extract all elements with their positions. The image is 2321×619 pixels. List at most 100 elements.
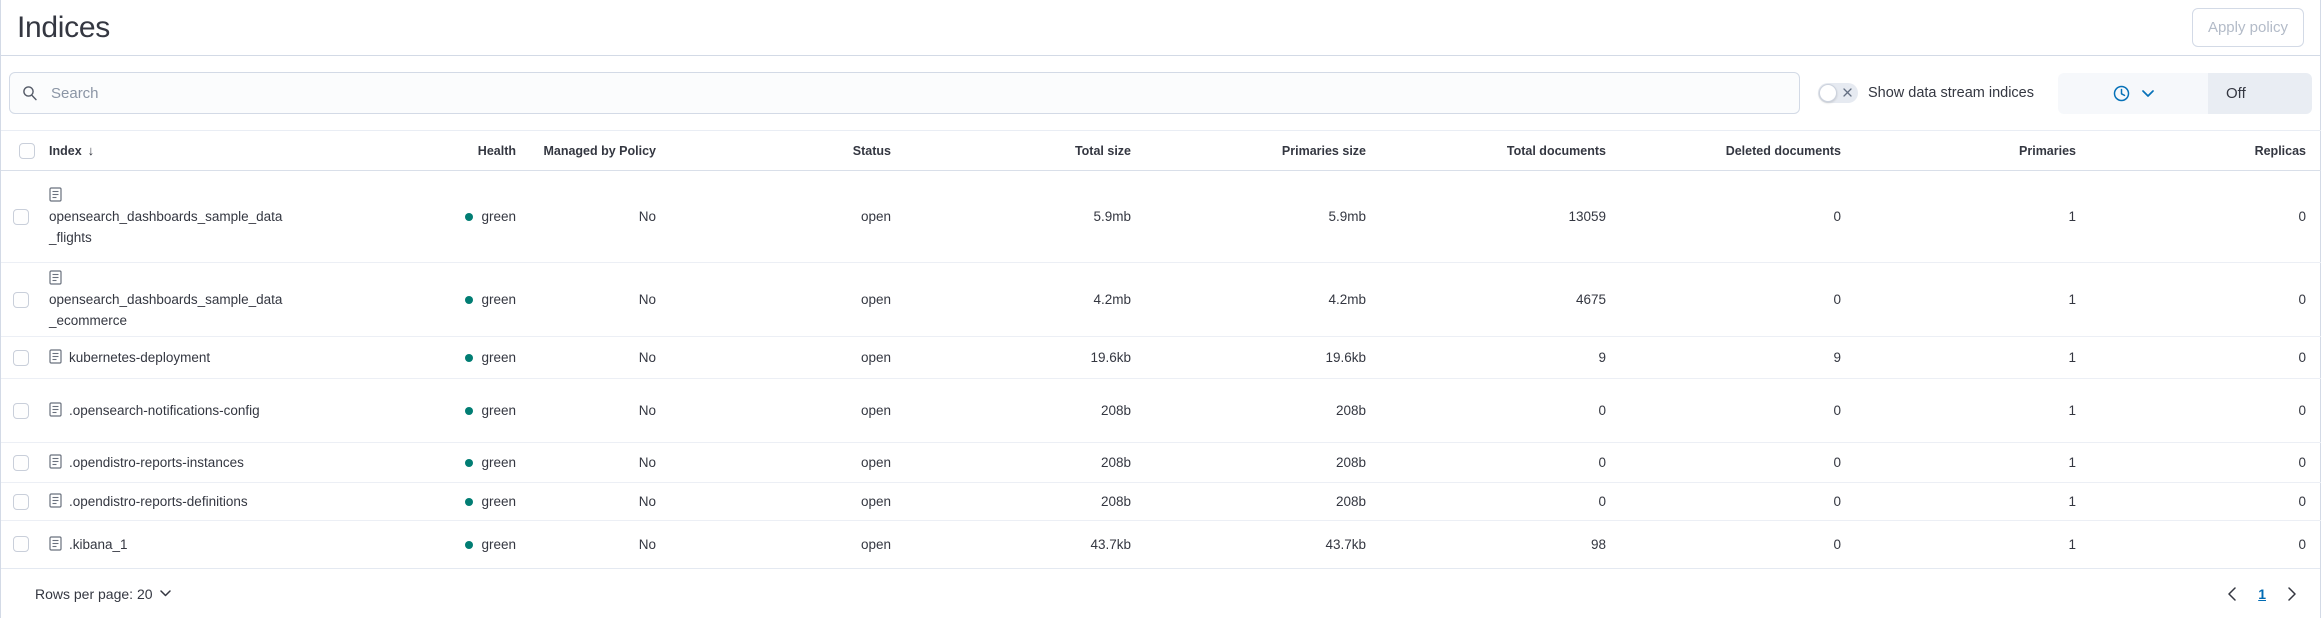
managed-by-policy-cell: No — [516, 171, 656, 263]
page-title: Indices — [17, 11, 110, 45]
primaries-cell: 1 — [1841, 521, 2076, 568]
health-label: green — [481, 494, 516, 509]
deleted-documents-cell: 9 — [1606, 337, 1841, 379]
table-row: .kibana_1 green No open 43.7kb 43.7kb 98… — [1, 521, 2321, 568]
select-all-checkbox[interactable] — [19, 143, 35, 159]
chevron-left-icon — [2228, 587, 2236, 601]
table-row: kubernetes-deployment green No open 19.6… — [1, 337, 2321, 379]
primaries-size-cell: 43.7kb — [1131, 521, 1366, 568]
status-cell: open — [656, 171, 891, 263]
column-header-replicas[interactable]: Replicas — [2076, 131, 2321, 171]
column-header-primaries[interactable]: Primaries — [1841, 131, 2076, 171]
health-dot-icon — [465, 541, 473, 549]
replicas-cell: 0 — [2076, 171, 2321, 263]
total-documents-cell: 0 — [1366, 483, 1606, 521]
search-box — [9, 72, 1800, 114]
deleted-documents-cell: 0 — [1606, 263, 1841, 337]
data-stream-toggle-group: Show data stream indices — [1818, 83, 2034, 103]
index-name-link[interactable]: .opendistro-reports-definitions — [69, 494, 248, 509]
index-document-icon — [49, 187, 62, 202]
indices-page: Indices Apply policy Show data stream in… — [0, 0, 2321, 618]
column-header-deleted-documents[interactable]: Deleted documents — [1606, 131, 1841, 171]
total-size-cell: 5.9mb — [891, 171, 1131, 263]
total-documents-cell: 4675 — [1366, 263, 1606, 337]
index-name-link[interactable]: opensearch_dashboards_sample_data_ecomme… — [49, 292, 282, 328]
index-document-icon — [49, 402, 62, 417]
managed-by-policy-cell: No — [516, 337, 656, 379]
index-document-icon — [49, 270, 62, 285]
table-row: .opendistro-reports-instances green No o… — [1, 443, 2321, 483]
row-checkbox[interactable] — [13, 292, 29, 308]
next-page-button[interactable] — [2280, 583, 2304, 605]
indices-table: Index↓ Health Managed by Policy Status T… — [1, 130, 2321, 568]
table-row: .opensearch-notifications-config green N… — [1, 379, 2321, 443]
total-size-cell: 208b — [891, 443, 1131, 483]
row-checkbox[interactable] — [13, 536, 29, 552]
primaries-size-cell: 5.9mb — [1131, 171, 1366, 263]
index-document-icon — [49, 493, 62, 508]
index-name-link[interactable]: .opendistro-reports-instances — [69, 455, 244, 470]
rows-per-page-button[interactable]: Rows per page: 20 — [35, 586, 171, 602]
managed-by-policy-cell: No — [516, 483, 656, 521]
toggle-label: Show data stream indices — [1868, 85, 2034, 101]
column-header-primaries-size[interactable]: Primaries size — [1131, 131, 1366, 171]
index-document-icon — [49, 349, 62, 364]
total-documents-cell: 98 — [1366, 521, 1606, 568]
health-dot-icon — [465, 296, 473, 304]
column-header-total-size[interactable]: Total size — [891, 131, 1131, 171]
column-header-health[interactable]: Health — [301, 131, 516, 171]
chevron-down-icon — [2142, 90, 2154, 97]
row-checkbox[interactable] — [13, 209, 29, 225]
toggle-knob — [1819, 84, 1837, 102]
search-input[interactable] — [9, 72, 1800, 114]
primaries-size-cell: 208b — [1131, 443, 1366, 483]
row-checkbox[interactable] — [13, 403, 29, 419]
index-name-link[interactable]: .kibana_1 — [69, 537, 128, 552]
managed-by-policy-cell: No — [516, 443, 656, 483]
status-cell: open — [656, 379, 891, 443]
replicas-cell: 0 — [2076, 379, 2321, 443]
index-name-link[interactable]: kubernetes-deployment — [69, 350, 210, 365]
index-name-link[interactable]: .opensearch-notifications-config — [69, 403, 260, 418]
total-size-cell: 4.2mb — [891, 263, 1131, 337]
primaries-size-cell: 19.6kb — [1131, 337, 1366, 379]
column-header-total-documents[interactable]: Total documents — [1366, 131, 1606, 171]
page-number-button[interactable]: 1 — [2252, 584, 2272, 604]
column-header-status[interactable]: Status — [656, 131, 891, 171]
row-checkbox[interactable] — [13, 494, 29, 510]
previous-page-button[interactable] — [2220, 583, 2244, 605]
health-dot-icon — [465, 213, 473, 221]
primaries-size-cell: 208b — [1131, 379, 1366, 443]
replicas-cell: 0 — [2076, 443, 2321, 483]
row-checkbox[interactable] — [13, 455, 29, 471]
row-checkbox[interactable] — [13, 350, 29, 366]
total-documents-cell: 13059 — [1366, 171, 1606, 263]
chevron-down-icon — [160, 590, 171, 597]
column-header-managed-by-policy[interactable]: Managed by Policy — [516, 131, 656, 171]
primaries-cell: 1 — [1841, 483, 2076, 521]
status-cell: open — [656, 337, 891, 379]
auto-refresh-value[interactable]: Off — [2208, 73, 2312, 114]
total-size-cell: 208b — [891, 379, 1131, 443]
apply-policy-button[interactable]: Apply policy — [2192, 8, 2304, 47]
deleted-documents-cell: 0 — [1606, 171, 1841, 263]
total-documents-cell: 0 — [1366, 379, 1606, 443]
table-row: opensearch_dashboards_sample_data_flight… — [1, 171, 2321, 263]
total-size-cell: 43.7kb — [891, 521, 1131, 568]
primaries-cell: 1 — [1841, 379, 2076, 443]
replicas-cell: 0 — [2076, 337, 2321, 379]
index-document-icon — [49, 454, 62, 469]
primaries-cell: 1 — [1841, 263, 2076, 337]
column-header-index[interactable]: Index↓ — [41, 131, 301, 171]
chevron-right-icon — [2288, 587, 2296, 601]
index-name-link[interactable]: opensearch_dashboards_sample_data_flight… — [49, 209, 282, 245]
deleted-documents-cell: 0 — [1606, 443, 1841, 483]
index-document-icon — [49, 536, 62, 551]
health-dot-icon — [465, 407, 473, 415]
primaries-cell: 1 — [1841, 337, 2076, 379]
show-data-stream-toggle[interactable] — [1818, 83, 1858, 103]
deleted-documents-cell: 0 — [1606, 379, 1841, 443]
managed-by-policy-cell: No — [516, 521, 656, 568]
controls-bar: Show data stream indices Off — [1, 56, 2320, 130]
refresh-quick-select-button[interactable] — [2058, 73, 2208, 114]
